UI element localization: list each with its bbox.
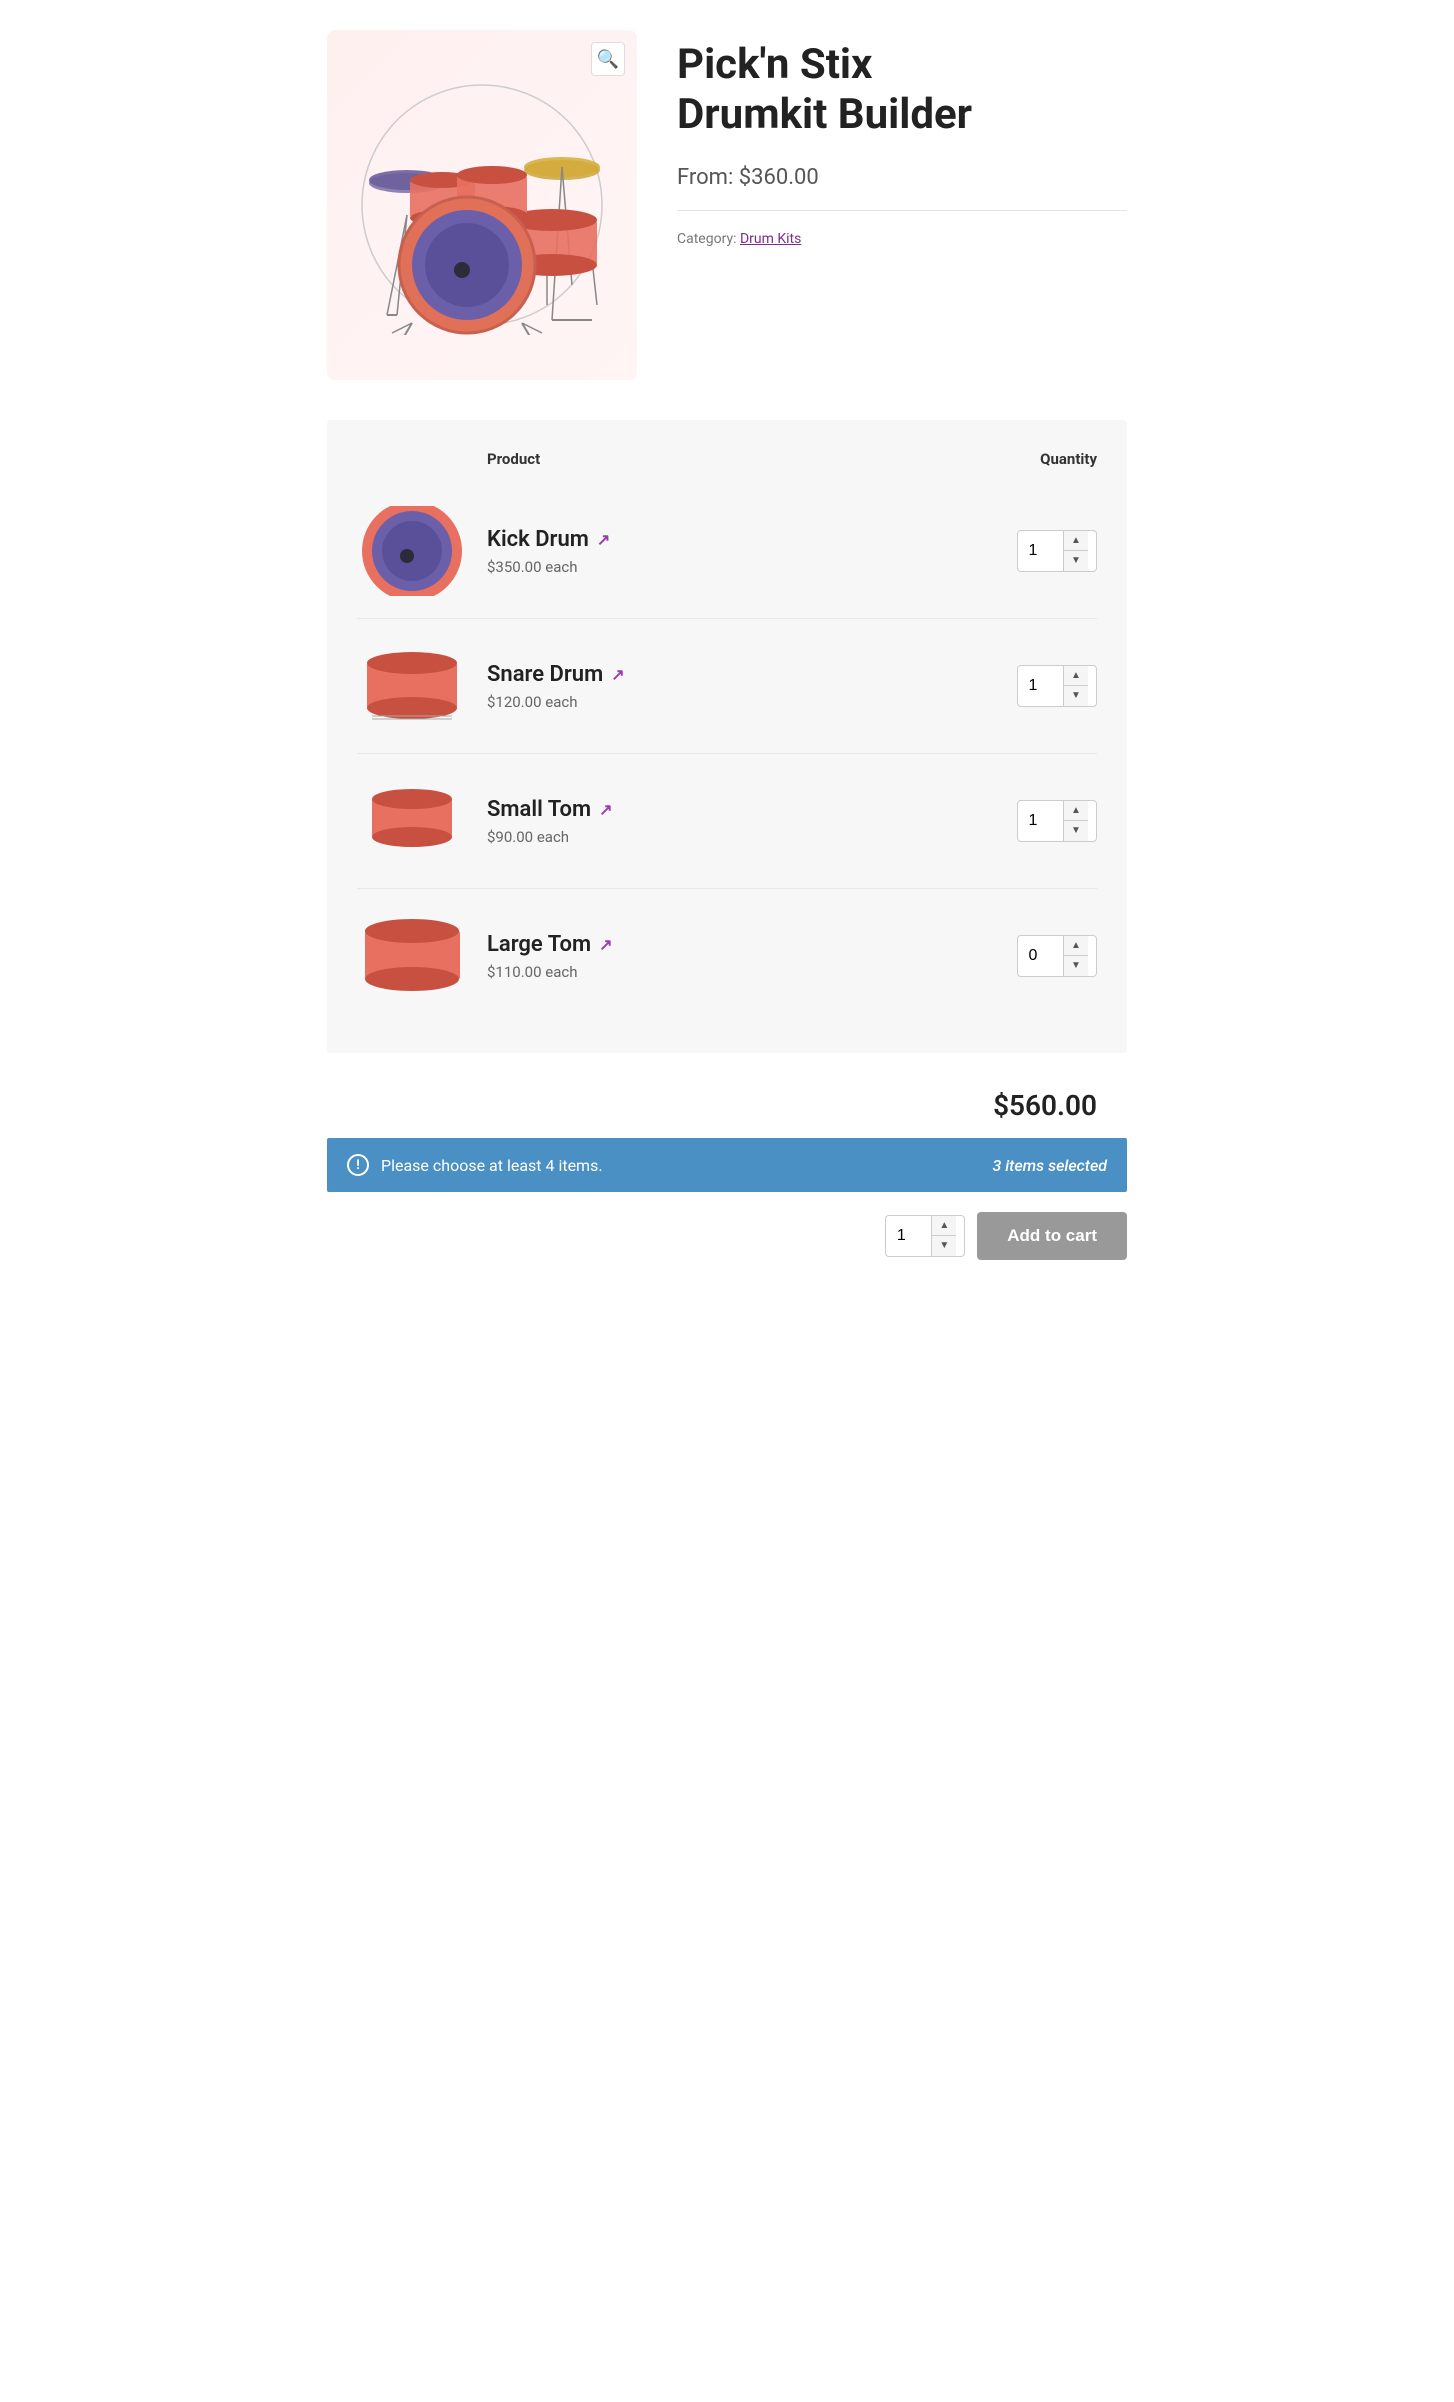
- large-tom-link[interactable]: ↗: [599, 935, 612, 954]
- kick-drum-qty-input[interactable]: [1018, 534, 1063, 568]
- large-tom-qty-arrows: ▲ ▼: [1063, 936, 1088, 976]
- builder-section: Product Quantity Kick Drum ↗ $350.00 eac…: [327, 420, 1127, 1053]
- product-info: Pick'n Stix Drumkit Builder From: $360.0…: [677, 30, 1127, 247]
- table-header: Product Quantity: [357, 440, 1097, 484]
- snare-drum-qty-arrows: ▲ ▼: [1063, 666, 1088, 706]
- items-selected-count: 3 items selected: [992, 1156, 1107, 1175]
- notice-bar: ! Please choose at least 4 items. 3 item…: [327, 1138, 1127, 1192]
- small-tom-quantity-spinner[interactable]: ▲ ▼: [1017, 800, 1097, 842]
- item-details-snare: Snare Drum ↗ $120.00 each: [487, 662, 997, 711]
- zoom-button[interactable]: 🔍: [591, 42, 625, 76]
- product-title: Pick'n Stix Drumkit Builder: [677, 40, 1127, 141]
- item-details-small-tom: Small Tom ↗ $90.00 each: [487, 797, 997, 846]
- item-price-small-tom: $90.00 each: [487, 828, 997, 846]
- small-tom-qty-down[interactable]: ▼: [1064, 821, 1088, 841]
- notice-icon: !: [347, 1154, 369, 1176]
- total-price: $560.00: [327, 1073, 1127, 1138]
- zoom-icon: 🔍: [597, 49, 619, 70]
- snare-drum-qty-input[interactable]: [1018, 669, 1063, 703]
- header-product: Product: [357, 450, 540, 468]
- table-row: Kick Drum ↗ $350.00 each ▲ ▼: [357, 484, 1097, 619]
- header-quantity: Quantity: [1040, 450, 1097, 468]
- price-divider: [677, 210, 1127, 211]
- product-hero: 🔍: [327, 30, 1127, 380]
- item-price-snare: $120.00 each: [487, 693, 997, 711]
- item-thumbnail-small-tom: [357, 776, 467, 866]
- category-link[interactable]: Drum Kits: [740, 231, 801, 247]
- large-tom-qty-input[interactable]: [1018, 939, 1063, 973]
- item-details-kick: Kick Drum ↗ $350.00 each: [487, 527, 997, 576]
- notice-left: ! Please choose at least 4 items.: [347, 1154, 603, 1176]
- product-price: From: $360.00: [677, 165, 1127, 190]
- product-image-container: 🔍: [327, 30, 637, 380]
- snare-drum-qty-up[interactable]: ▲: [1064, 666, 1088, 686]
- snare-drum-link[interactable]: ↗: [611, 665, 624, 684]
- table-row: Small Tom ↗ $90.00 each ▲ ▼: [357, 754, 1097, 889]
- small-tom-link[interactable]: ↗: [599, 800, 612, 819]
- product-image: [352, 75, 612, 335]
- item-thumbnail-kick: [357, 506, 467, 596]
- small-tom-qty-up[interactable]: ▲: [1064, 801, 1088, 821]
- cart-row: ▲ ▼ Add to cart: [327, 1212, 1127, 1260]
- add-to-cart-button[interactable]: Add to cart: [977, 1212, 1127, 1260]
- kick-drum-qty-up[interactable]: ▲: [1064, 531, 1088, 551]
- large-tom-qty-up[interactable]: ▲: [1064, 936, 1088, 956]
- kick-drum-link[interactable]: ↗: [597, 530, 610, 549]
- product-category: Category: Drum Kits: [677, 231, 1127, 247]
- snare-drum-qty-down[interactable]: ▼: [1064, 686, 1088, 706]
- item-name-kick: Kick Drum ↗: [487, 527, 997, 552]
- item-name-snare: Snare Drum ↗: [487, 662, 997, 687]
- item-thumbnail-snare: [357, 641, 467, 731]
- kick-drum-qty-down[interactable]: ▼: [1064, 551, 1088, 571]
- table-row: Snare Drum ↗ $120.00 each ▲ ▼: [357, 619, 1097, 754]
- cart-qty-down[interactable]: ▼: [932, 1236, 956, 1256]
- item-name-small-tom: Small Tom ↗: [487, 797, 997, 822]
- cart-qty-up[interactable]: ▲: [932, 1216, 956, 1236]
- item-name-large-tom: Large Tom ↗: [487, 932, 997, 957]
- large-tom-quantity-spinner[interactable]: ▲ ▼: [1017, 935, 1097, 977]
- cart-qty-input[interactable]: [886, 1219, 931, 1253]
- small-tom-qty-arrows: ▲ ▼: [1063, 801, 1088, 841]
- small-tom-qty-input[interactable]: [1018, 804, 1063, 838]
- item-price-kick: $350.00 each: [487, 558, 997, 576]
- large-tom-qty-down[interactable]: ▼: [1064, 956, 1088, 976]
- cart-qty-arrows: ▲ ▼: [931, 1216, 956, 1256]
- cart-quantity-spinner[interactable]: ▲ ▼: [885, 1215, 965, 1257]
- kick-drum-quantity-spinner[interactable]: ▲ ▼: [1017, 530, 1097, 572]
- item-price-large-tom: $110.00 each: [487, 963, 997, 981]
- notice-message: Please choose at least 4 items.: [381, 1156, 603, 1175]
- item-details-large-tom: Large Tom ↗ $110.00 each: [487, 932, 997, 981]
- snare-drum-quantity-spinner[interactable]: ▲ ▼: [1017, 665, 1097, 707]
- kick-drum-qty-arrows: ▲ ▼: [1063, 531, 1088, 571]
- table-row: Large Tom ↗ $110.00 each ▲ ▼: [357, 889, 1097, 1023]
- item-thumbnail-large-tom: [357, 911, 467, 1001]
